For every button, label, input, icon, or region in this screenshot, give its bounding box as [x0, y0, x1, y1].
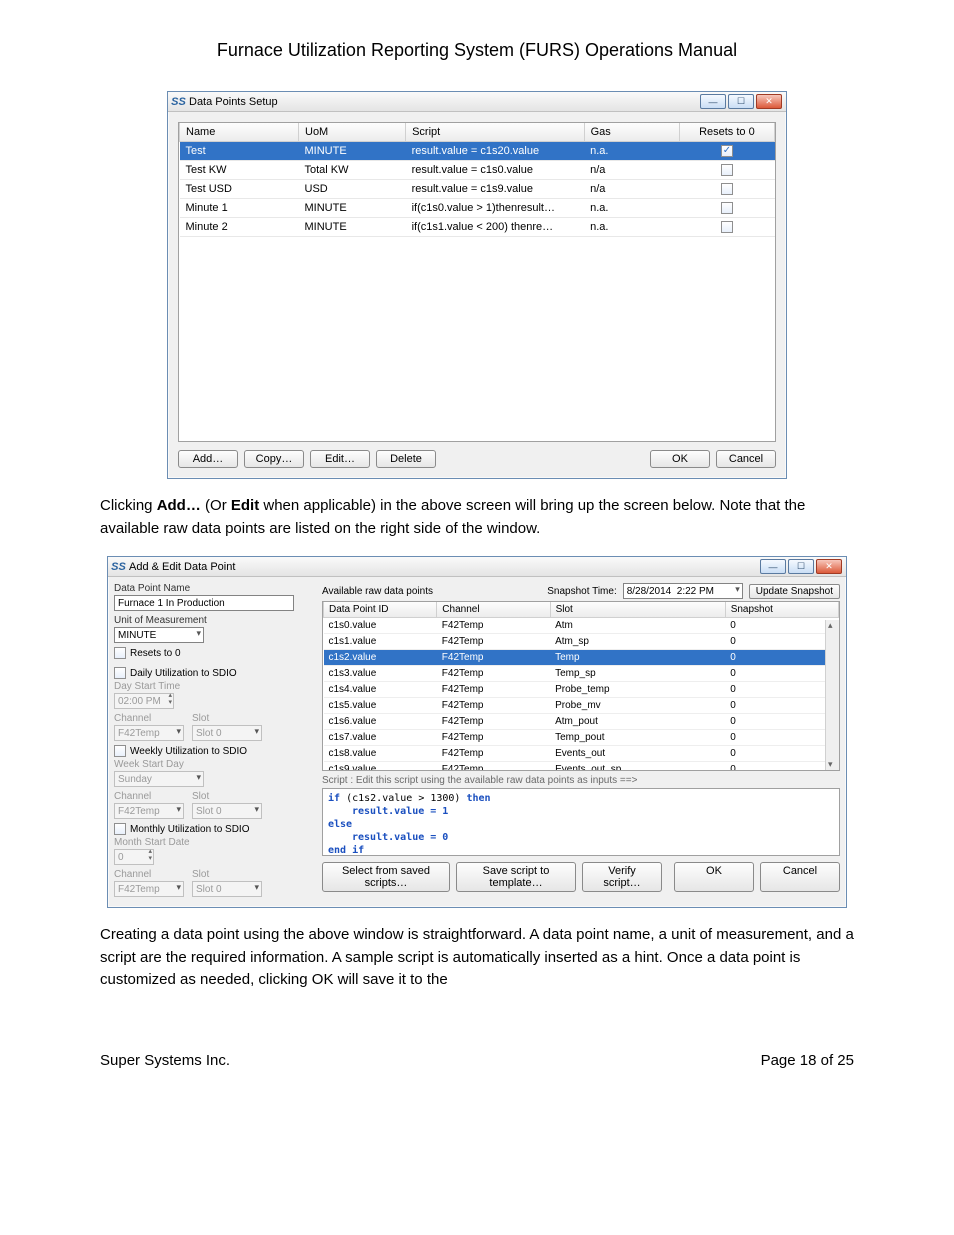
titlebar: SS Add & Edit Data Point — ☐ ✕: [108, 557, 846, 577]
label-channel-3: Channel: [114, 869, 184, 880]
channel-combo-3: [114, 881, 184, 897]
scrollbar[interactable]: [825, 620, 839, 770]
dpname-input[interactable]: [114, 595, 294, 611]
col-name[interactable]: Name: [180, 123, 299, 142]
raw-data-points-grid[interactable]: Data Point ID Channel Slot Snapshot c1s0…: [322, 601, 840, 771]
ok-button[interactable]: OK: [650, 450, 710, 468]
table-row[interactable]: Test KWTotal KWresult.value = c1s0.value…: [180, 161, 775, 180]
slot-combo-3: [192, 881, 262, 897]
label-daystart: Day Start Time: [114, 681, 314, 692]
table-row[interactable]: c1s7.valueF42TempTemp_pout0: [324, 730, 839, 746]
table-row[interactable]: c1s9.valueF42TempEvents_out_sp0: [324, 762, 839, 772]
table-row[interactable]: c1s4.valueF42TempProbe_temp0: [324, 682, 839, 698]
col-script[interactable]: Script: [406, 123, 585, 142]
label-uom: Unit of Measurement: [114, 615, 314, 626]
paragraph-1: Clicking Add… (Or Edit when applicable) …: [100, 495, 854, 540]
table-row[interactable]: c1s5.valueF42TempProbe_mv0: [324, 698, 839, 714]
footer-company: Super Systems Inc.: [100, 1052, 230, 1069]
slot-combo-1: [192, 725, 262, 741]
script-hint-label: Script : Edit this script using the avai…: [322, 775, 840, 786]
table-row[interactable]: TestMINUTEresult.value = c1s20.valuen.a.: [180, 142, 775, 161]
label-slot-1: Slot: [192, 713, 262, 724]
label-dpname: Data Point Name: [114, 583, 314, 594]
paragraph-2: Creating a data point using the above wi…: [100, 924, 854, 992]
col-slot[interactable]: Slot: [550, 602, 725, 618]
reset-checkbox[interactable]: [721, 145, 733, 157]
table-row[interactable]: c1s6.valueF42TempAtm_pout0: [324, 714, 839, 730]
label-available: Available raw data points: [322, 586, 433, 597]
label-daily: Daily Utilization to SDIO: [130, 668, 237, 679]
channel-combo-2: [114, 803, 184, 819]
col-channel[interactable]: Channel: [437, 602, 550, 618]
reset-checkbox[interactable]: [721, 221, 733, 233]
label-channel-1: Channel: [114, 713, 184, 724]
table-row[interactable]: c1s1.valueF42TempAtm_sp0: [324, 634, 839, 650]
reset-checkbox[interactable]: [721, 164, 733, 176]
copy-button[interactable]: Copy…: [244, 450, 304, 468]
label-weekly: Weekly Utilization to SDIO: [130, 746, 247, 757]
monthstart-input: [114, 849, 154, 865]
close-button[interactable]: ✕: [756, 94, 782, 109]
document-title: Furnace Utilization Reporting System (FU…: [100, 40, 854, 61]
reset-checkbox[interactable]: [721, 183, 733, 195]
app-icon: SS: [112, 560, 125, 573]
label-channel-2: Channel: [114, 791, 184, 802]
label-monthly: Monthly Utilization to SDIO: [130, 824, 250, 835]
table-row[interactable]: c1s3.valueF42TempTemp_sp0: [324, 666, 839, 682]
data-points-grid[interactable]: Name UoM Script Gas Resets to 0 TestMINU…: [178, 122, 776, 442]
table-row[interactable]: c1s0.valueF42TempAtm0: [324, 618, 839, 634]
app-icon: SS: [172, 95, 185, 108]
delete-button[interactable]: Delete: [376, 450, 436, 468]
resets-checkbox[interactable]: [114, 647, 126, 659]
uom-combo[interactable]: [114, 627, 204, 643]
label-slot-2: Slot: [192, 791, 262, 802]
footer-page: Page 18 of 25: [761, 1052, 854, 1069]
label-slot-3: Slot: [192, 869, 262, 880]
daystart-input: [114, 693, 174, 709]
select-saved-scripts-button[interactable]: Select from saved scripts…: [322, 862, 450, 892]
script-editor[interactable]: if (c1s2.value > 1300) then result.value…: [322, 788, 840, 856]
daily-checkbox[interactable]: [114, 667, 126, 679]
col-dpid[interactable]: Data Point ID: [324, 602, 437, 618]
window-title: Data Points Setup: [189, 96, 700, 108]
col-resets[interactable]: Resets to 0: [679, 123, 774, 142]
data-points-setup-window: SS Data Points Setup — ☐ ✕ Name UoM Scri…: [167, 91, 787, 479]
cancel-button[interactable]: Cancel: [716, 450, 776, 468]
label-weekstart: Week Start Day: [114, 759, 314, 770]
window-title: Add & Edit Data Point: [129, 561, 760, 573]
update-snapshot-button[interactable]: Update Snapshot: [749, 584, 840, 599]
label-monthstart: Month Start Date: [114, 837, 314, 848]
maximize-button[interactable]: ☐: [728, 94, 754, 109]
col-gas[interactable]: Gas: [584, 123, 679, 142]
table-row[interactable]: Test USDUSDresult.value = c1s9.valuen/a: [180, 180, 775, 199]
edit-button[interactable]: Edit…: [310, 450, 370, 468]
minimize-button[interactable]: —: [760, 559, 786, 574]
cancel-button[interactable]: Cancel: [760, 862, 840, 892]
snapshot-time-input[interactable]: [623, 583, 743, 599]
col-uom[interactable]: UoM: [299, 123, 406, 142]
ok-button[interactable]: OK: [674, 862, 754, 892]
add-button[interactable]: Add…: [178, 450, 238, 468]
save-script-template-button[interactable]: Save script to template…: [456, 862, 576, 892]
minimize-button[interactable]: —: [700, 94, 726, 109]
close-button[interactable]: ✕: [816, 559, 842, 574]
col-snapshot[interactable]: Snapshot: [725, 602, 838, 618]
table-row[interactable]: Minute 1MINUTEif(c1s0.value > 1)thenresu…: [180, 199, 775, 218]
table-row[interactable]: c1s8.valueF42TempEvents_out0: [324, 746, 839, 762]
verify-script-button[interactable]: Verify script…: [582, 862, 662, 892]
channel-combo-1: [114, 725, 184, 741]
slot-combo-2: [192, 803, 262, 819]
weekstart-combo: [114, 771, 204, 787]
table-row[interactable]: Minute 2MINUTEif(c1s1.value < 200) thenr…: [180, 218, 775, 237]
label-resets: Resets to 0: [130, 648, 181, 659]
weekly-checkbox[interactable]: [114, 745, 126, 757]
add-edit-data-point-window: SS Add & Edit Data Point — ☐ ✕ Data Poin…: [107, 556, 847, 908]
titlebar: SS Data Points Setup — ☐ ✕: [168, 92, 786, 112]
label-snapshot-time: Snapshot Time:: [547, 586, 616, 597]
reset-checkbox[interactable]: [721, 202, 733, 214]
table-row[interactable]: c1s2.valueF42TempTemp0: [324, 650, 839, 666]
monthly-checkbox[interactable]: [114, 823, 126, 835]
maximize-button[interactable]: ☐: [788, 559, 814, 574]
